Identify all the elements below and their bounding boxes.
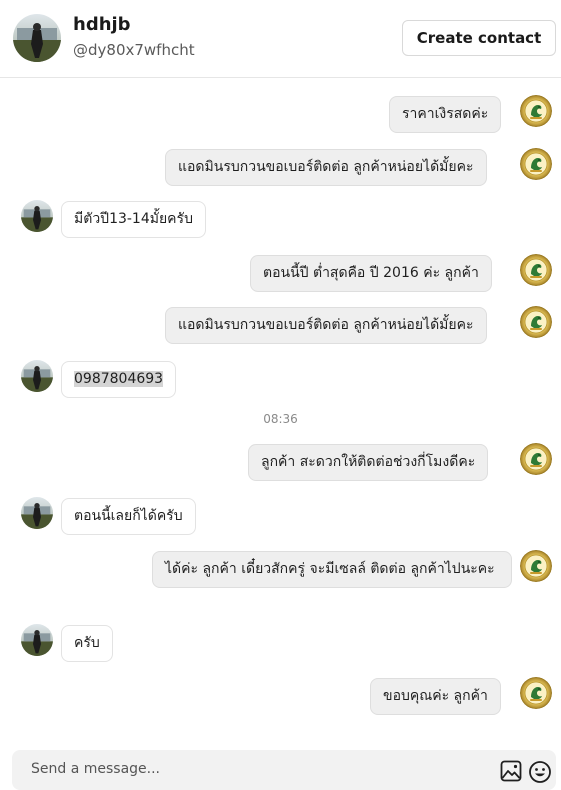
message-bubble-outgoing: แอดมินรบกวนขอเบอร์ติดต่อ ลูกค้าหน่อยได้ม… <box>165 307 487 344</box>
message-input[interactable]: Send a message... <box>31 761 160 777</box>
contact-avatar-small <box>21 624 53 656</box>
contact-handle: @dy80x7wfhcht <box>73 41 195 59</box>
agent-avatar <box>520 550 552 582</box>
contact-name: hdhjb <box>73 14 131 35</box>
agent-avatar <box>520 443 552 475</box>
contact-avatar[interactable] <box>13 14 61 62</box>
phone-number-text[interactable]: 0987804693 <box>74 371 164 387</box>
message-bubble-outgoing: ราคาเงิรสดค่ะ <box>389 96 502 133</box>
contact-avatar-small <box>21 360 53 392</box>
agent-avatar <box>520 677 552 709</box>
emoji-icon[interactable] <box>528 760 552 784</box>
message-bubble-incoming: ตอนนี้เลยก็ได้ครับ <box>61 498 196 535</box>
chat-header: hdhjb @dy80x7wfhcht Create contact <box>0 0 561 78</box>
image-icon[interactable] <box>500 760 522 782</box>
message-list[interactable]: ราคาเงิรสดค่ะ แอดมินรบกวนขอเบอร์ติดต่อ ล… <box>0 78 561 740</box>
create-contact-button[interactable]: Create contact <box>402 20 556 56</box>
message-bubble-outgoing: ขอบคุณค่ะ ลูกค้า <box>370 678 501 715</box>
message-bubble-outgoing: ลูกค้า สะดวกให้ติดต่อช่วงกี่โมงดีคะ <box>248 444 489 481</box>
message-composer[interactable]: Send a message... <box>12 750 556 790</box>
message-bubble-outgoing: แอดมินรบกวนขอเบอร์ติดต่อ ลูกค้าหน่อยได้ม… <box>165 149 487 186</box>
message-timestamp: 08:36 <box>263 412 298 426</box>
message-bubble-outgoing: ได้ค่ะ ลูกค้า เดี๋ยวสักครู่ จะมีเซลล์ ติ… <box>152 551 512 588</box>
message-bubble-incoming: 0987804693 <box>61 361 177 398</box>
agent-avatar <box>520 306 552 338</box>
message-bubble-incoming: ครับ <box>61 625 113 662</box>
contact-avatar-small <box>21 497 53 529</box>
contact-avatar-small <box>21 200 53 232</box>
message-bubble-outgoing: ตอนนี้ปี ต่ำสุดคือ ปี 2016 ค่ะ ลูกค้า <box>250 255 492 292</box>
message-bubble-incoming: มีตัวปี13-14มั้ยครับ <box>61 201 206 238</box>
agent-avatar <box>520 148 552 180</box>
agent-avatar <box>520 95 552 127</box>
agent-avatar <box>520 254 552 286</box>
